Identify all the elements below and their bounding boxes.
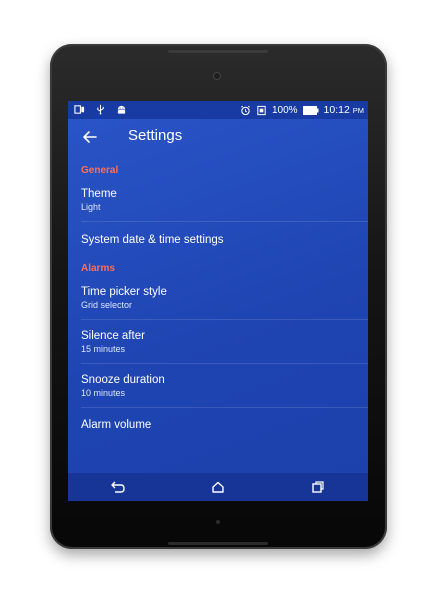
setting-summary: 10 minutes (81, 388, 126, 398)
back-arrow-icon[interactable] (80, 127, 100, 147)
system-nav-bar (68, 473, 368, 501)
nav-home-button[interactable] (208, 477, 228, 497)
app-toolbar: Settings (68, 119, 368, 155)
setting-title: Theme (81, 188, 117, 200)
clock-time: 10:12 PM (323, 104, 364, 116)
setting-system-date-time[interactable]: System date & time settings (68, 222, 368, 260)
sim-icon (257, 105, 266, 115)
bottom-sensor (216, 520, 220, 524)
setting-snooze-duration[interactable]: Snooze duration 10 minutes (68, 364, 368, 407)
battery-percent: 100% (271, 104, 298, 116)
screen-icon (74, 105, 85, 114)
setting-summary: Light (81, 202, 101, 212)
front-camera (213, 72, 221, 80)
section-header-alarms: Alarms (81, 263, 115, 274)
setting-summary: Grid selector (81, 300, 133, 310)
android-icon (117, 105, 126, 114)
tablet-device: 100% 10:12 PM Settings General Theme Lig… (50, 44, 387, 549)
nav-recents-button[interactable] (308, 477, 328, 497)
screen: 100% 10:12 PM Settings General Theme Lig… (68, 101, 368, 501)
alarm-icon (241, 105, 250, 115)
setting-title: Snooze duration (81, 374, 165, 386)
usb-icon (97, 104, 104, 115)
setting-title: Alarm volume (81, 419, 152, 431)
nav-back-icon (111, 481, 125, 493)
nav-back-button[interactable] (108, 477, 128, 497)
setting-title: System date & time settings (81, 234, 224, 246)
battery-icon (302, 105, 319, 115)
page-title: Settings (128, 127, 183, 144)
section-header-general: General (81, 165, 119, 176)
setting-summary: 15 minutes (81, 344, 126, 354)
setting-alarm-volume[interactable]: Alarm volume (68, 408, 368, 443)
status-bar: 100% 10:12 PM (68, 101, 368, 119)
top-speaker (168, 50, 268, 53)
setting-theme[interactable]: Theme Light (68, 178, 368, 221)
nav-recents-icon (312, 481, 324, 493)
setting-time-picker-style[interactable]: Time picker style Grid selector (68, 276, 368, 319)
bottom-speaker (168, 542, 268, 545)
nav-home-icon (212, 481, 224, 493)
setting-title: Time picker style (81, 286, 167, 298)
setting-title: Silence after (81, 330, 145, 342)
setting-silence-after[interactable]: Silence after 15 minutes (68, 320, 368, 363)
